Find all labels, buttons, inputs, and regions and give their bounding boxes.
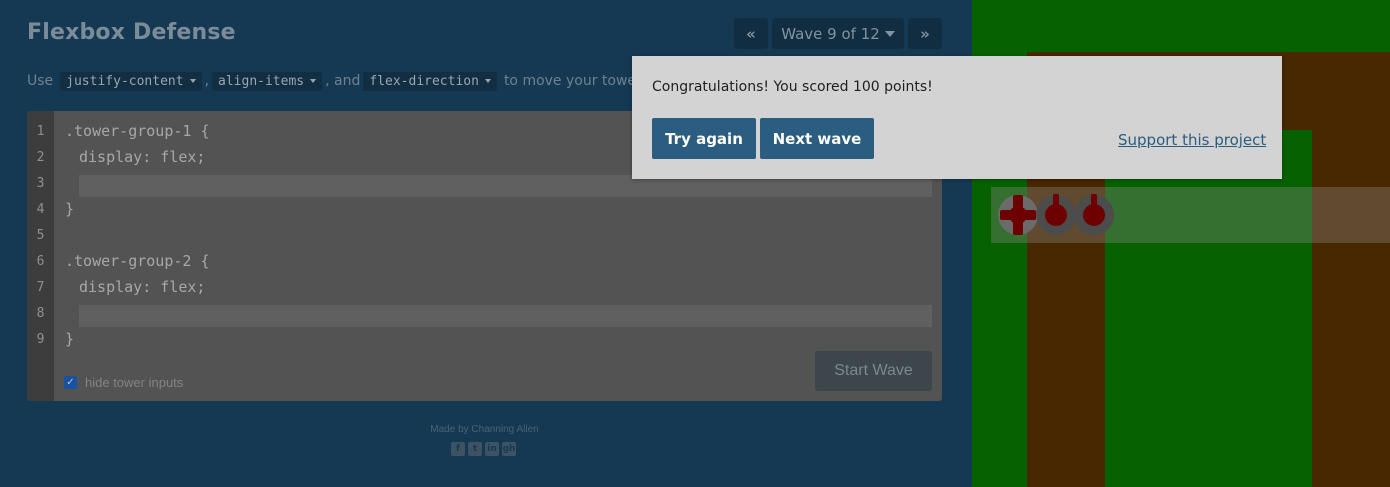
- result-message: Congratulations! You scored 100 points!: [652, 79, 933, 95]
- support-project-link[interactable]: Support this project: [1118, 131, 1266, 149]
- try-again-button[interactable]: Try again: [652, 118, 756, 159]
- next-wave-button[interactable]: Next wave: [760, 118, 874, 159]
- result-modal: Congratulations! You scored 100 points! …: [632, 56, 1282, 179]
